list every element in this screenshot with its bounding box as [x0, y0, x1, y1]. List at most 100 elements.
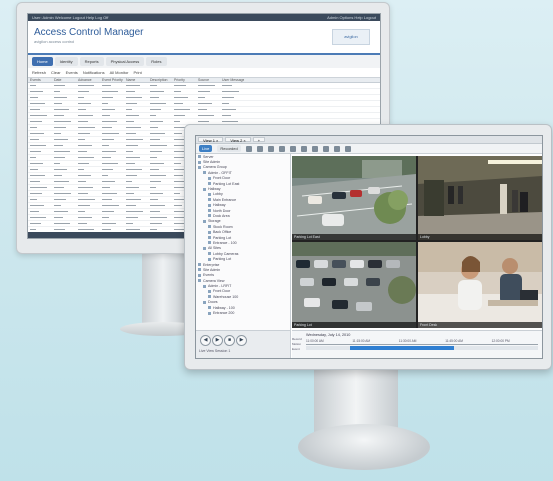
snapshot-icon[interactable] — [300, 145, 307, 152]
layout-icon[interactable] — [245, 145, 252, 152]
acm-table-cell — [28, 173, 52, 178]
acm-column-header[interactable]: Source — [196, 78, 220, 82]
view-tab-3[interactable]: + — [252, 137, 266, 143]
lock-icon[interactable] — [278, 145, 285, 152]
stop-button[interactable]: ■ — [224, 335, 235, 346]
acm-table-cell — [28, 101, 52, 106]
acm-table-cell — [100, 215, 124, 220]
tree-item-label: Lobby Cameras — [213, 251, 239, 256]
acm-column-header[interactable]: Advance — [76, 78, 100, 82]
grid-icon[interactable] — [311, 145, 318, 152]
acm-column-header[interactable]: Event Priority — [100, 78, 124, 82]
acm-table-cell — [148, 101, 172, 106]
camera-caption-4: Front Desk — [418, 322, 542, 328]
acm-table-cell — [28, 155, 52, 160]
acm-table-cell — [124, 185, 148, 190]
acm-table-cell — [100, 155, 124, 160]
acm-table-cell — [28, 119, 52, 124]
acm-topbar-right[interactable]: Admin Options Help Logout — [327, 15, 376, 20]
play-button[interactable]: ▶ — [212, 335, 223, 346]
acm-tool-print[interactable]: Print — [134, 70, 142, 75]
acm-table-cell — [220, 83, 244, 88]
search-icon[interactable] — [256, 145, 263, 152]
acm-table-cell — [148, 203, 172, 208]
acm-table-cell — [52, 209, 76, 214]
acm-table-cell — [124, 119, 148, 124]
acm-table-cell — [220, 95, 244, 100]
tree-item-label: Dock Area — [213, 213, 230, 218]
recorded-button[interactable]: Recorded — [217, 145, 241, 152]
timeline-tick: 11:00:00 AM — [306, 339, 324, 343]
live-button[interactable]: Live — [199, 145, 213, 152]
acm-tool-clear[interactable]: Clear — [51, 70, 61, 75]
timeline-track[interactable] — [306, 346, 538, 350]
camera-feed-2[interactable]: Lobby — [418, 156, 542, 240]
acm-tab-home[interactable]: Home — [32, 57, 53, 66]
acm-table-cell — [196, 107, 220, 112]
acm-table-cell — [52, 167, 76, 172]
acm-tab-physical-access[interactable]: Physical Access — [105, 57, 145, 66]
acm-column-header[interactable]: Name — [124, 78, 148, 82]
camera-icon — [208, 209, 211, 213]
acm-table-cell — [28, 131, 52, 136]
acm-table-cell — [28, 137, 52, 142]
acm-table-cell — [124, 173, 148, 178]
zoom-icon[interactable] — [267, 145, 274, 152]
camera-feed-4[interactable]: Front Desk — [418, 242, 542, 328]
acm-column-header[interactable]: Description — [148, 78, 172, 82]
export-icon[interactable] — [289, 145, 296, 152]
timeline-tick: 11:15:00 AM — [352, 339, 371, 343]
tree-item-label: Server — [203, 154, 214, 159]
acm-table-cell — [124, 209, 148, 214]
tree-item-label: Hallway - 100 — [213, 305, 235, 310]
camera-feed-1[interactable]: Parking Lot East — [292, 156, 416, 240]
acm-table-cell — [100, 113, 124, 118]
view-tab-1[interactable]: View 1 × — [198, 137, 224, 143]
timeline: Wednesday, July 14, 2010 Record Motion Eve… — [292, 330, 542, 358]
camera-icon — [203, 284, 206, 288]
acm-table-cell — [28, 203, 52, 208]
acm-tool-refresh[interactable]: Refresh — [32, 70, 46, 75]
acm-table-cell — [172, 83, 196, 88]
acm-table-cell — [76, 125, 100, 130]
acm-table-cell — [52, 89, 76, 94]
acm-table-cell — [124, 203, 148, 208]
bookmark-icon[interactable] — [322, 145, 329, 152]
view-tab-2[interactable]: View 2 × — [225, 137, 251, 143]
tree-item-label: Camera View — [203, 278, 225, 283]
timeline-row-label: Event — [292, 347, 300, 351]
settings-icon[interactable] — [333, 145, 340, 152]
tree-item[interactable]: Entrance 200 — [196, 310, 290, 315]
acm-table-cell — [28, 185, 52, 190]
acm-table-cell — [124, 89, 148, 94]
acm-tool-events[interactable]: Events — [66, 70, 78, 75]
acm-tool-all-monitor[interactable]: All Monitor — [110, 70, 129, 75]
acm-column-header[interactable]: Date — [52, 78, 76, 82]
acm-tool-notifications[interactable]: Notifications — [83, 70, 105, 75]
rewind-button[interactable]: ◀ — [200, 335, 211, 346]
acm-column-header[interactable]: User Message — [220, 78, 244, 82]
tree-item-label: Events — [203, 273, 214, 278]
timeline-selection[interactable] — [350, 346, 455, 350]
acm-tab-roles[interactable]: Roles — [146, 57, 167, 66]
timeline-ruler: 11:00:00 AM 11:15:00 AM 11:30:00 AM 11:45:0… — [306, 339, 538, 345]
tree-item-label: Front Door — [213, 176, 231, 181]
acm-logo: avigilon — [332, 29, 370, 45]
acm-tab-reports[interactable]: Reports — [79, 57, 104, 66]
acm-table-cell — [76, 131, 100, 136]
acm-tab-identity[interactable]: Identity — [54, 57, 78, 66]
session-label: Live View Session 1 — [199, 349, 231, 353]
camera-icon — [198, 279, 201, 283]
camera-icon — [198, 263, 201, 266]
acm-table-cell — [100, 191, 124, 196]
acm-table-cell — [220, 113, 244, 118]
acm-table-cell — [148, 155, 172, 160]
camera-icon — [203, 187, 206, 191]
acm-table-cell — [148, 173, 172, 178]
help-icon[interactable] — [344, 145, 351, 152]
forward-button[interactable]: ▶ — [236, 335, 247, 346]
camera-feed-3[interactable]: Parking Lot — [292, 242, 416, 328]
acm-column-header[interactable]: Priority — [172, 78, 196, 82]
acm-column-header[interactable]: Events — [28, 78, 52, 82]
acm-table-cell — [100, 119, 124, 124]
